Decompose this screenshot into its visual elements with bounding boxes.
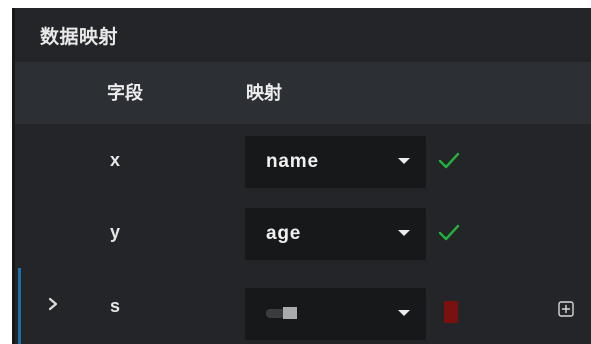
caret-down-icon [398,158,410,164]
mapping-select-y[interactable]: age [245,208,426,260]
field-name: s [110,296,121,316]
panel-title: 数据映射 [40,26,119,48]
mapping-select-value: age [266,223,302,244]
column-header-mapping: 映射 [246,83,282,103]
add-icon[interactable] [558,301,574,317]
caret-down-icon [398,310,410,316]
check-icon [438,152,460,169]
row-accent-bar [18,268,21,344]
field-name: x [110,150,121,170]
field-name: y [110,222,121,242]
mapping-row-s: s [15,268,591,344]
data-mapping-panel: 数据映射 字段 映射 x name y age s [12,8,591,344]
chevron-right-icon[interactable] [43,292,63,316]
panel-header: 数据映射 [15,8,591,62]
mapping-row-y: y age [15,196,591,268]
caret-down-icon [398,230,410,236]
column-header-row: 字段 映射 [15,62,591,124]
error-icon [444,301,458,323]
mapping-row-x: x name [15,124,591,196]
column-header-field: 字段 [107,83,143,103]
mapping-select-x[interactable]: name [245,136,426,188]
check-icon [438,224,460,241]
empty-value-icon [266,307,300,319]
mapping-select-s[interactable] [245,288,426,340]
mapping-select-value: name [266,151,319,172]
